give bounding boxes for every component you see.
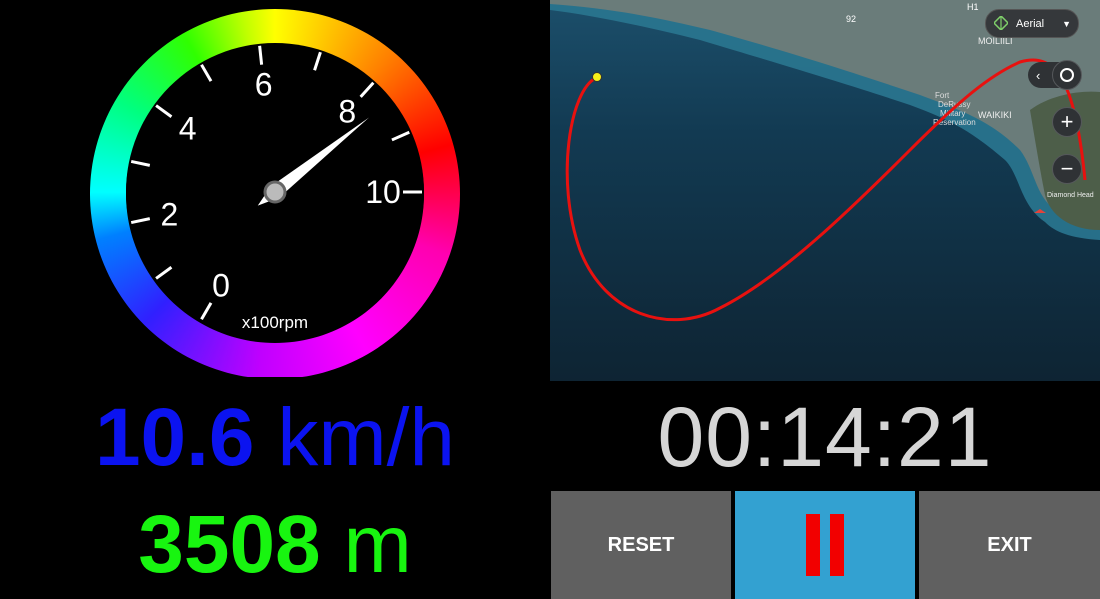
needle-hub bbox=[263, 180, 287, 204]
minus-icon: − bbox=[1060, 156, 1074, 181]
pause-icon bbox=[806, 514, 844, 576]
distance-unit: m bbox=[343, 499, 412, 590]
map-label-diamond-head: Diamond Head bbox=[1047, 192, 1094, 199]
gauge-tick bbox=[258, 45, 264, 65]
gauge-tick-label: 0 bbox=[212, 268, 230, 304]
reset-button[interactable]: RESET bbox=[551, 491, 731, 599]
route-map[interactable]: 92 H1 MOILIILI Fort DeRussy Military Res… bbox=[550, 0, 1100, 381]
pause-button[interactable] bbox=[735, 491, 915, 599]
speed-unit: km/h bbox=[277, 392, 456, 483]
gauge-tick-label: 6 bbox=[255, 67, 273, 103]
map-label-waikiki: WAIKIKI bbox=[978, 110, 1012, 120]
zoom-out-button[interactable]: − bbox=[1052, 154, 1082, 184]
gauge-tick-label: 2 bbox=[160, 196, 178, 232]
locate-icon bbox=[1060, 68, 1074, 82]
reset-button-label: RESET bbox=[607, 533, 675, 556]
map-type-selector[interactable]: Aerial ▼ bbox=[985, 9, 1079, 38]
chevron-down-icon: ▼ bbox=[1062, 18, 1071, 29]
map-canvas: 92 H1 MOILIILI Fort DeRussy Military Res… bbox=[550, 0, 1100, 381]
gauge-tick-label: 8 bbox=[338, 94, 356, 130]
dashboard-panel: 0 2 4 6 8 10 x100rpm 10.6 km/h 3508 m bbox=[0, 0, 550, 599]
distance-readout: 3508 m bbox=[0, 497, 550, 593]
gauge-tick-label: 10 bbox=[365, 174, 401, 210]
map-label-h1: H1 bbox=[967, 2, 979, 12]
distance-value: 3508 bbox=[138, 499, 321, 590]
elapsed-timer: 00:14:21 bbox=[550, 381, 1100, 489]
map-label-fort: Fort bbox=[935, 91, 950, 100]
locate-button[interactable] bbox=[1052, 60, 1082, 90]
zoom-in-button[interactable]: + bbox=[1052, 107, 1082, 137]
start-marker bbox=[592, 72, 602, 82]
map-type-label: Aerial bbox=[1016, 17, 1045, 30]
gauge-unit-label: x100rpm bbox=[242, 313, 308, 332]
exit-button-label: EXIT bbox=[987, 533, 1032, 556]
speed-value: 10.6 bbox=[94, 392, 255, 483]
rpm-gauge: 02 4 6 8 10 x100rpm bbox=[89, 9, 460, 377]
plus-icon: + bbox=[1060, 109, 1074, 134]
layers-icon bbox=[992, 14, 1010, 32]
chevron-left-icon: ‹ bbox=[1036, 67, 1041, 83]
exit-button[interactable]: EXIT bbox=[919, 491, 1100, 599]
gauge-tick-label: 4 bbox=[179, 111, 197, 147]
speed-readout: 10.6 km/h bbox=[0, 390, 550, 486]
map-label-92: 92 bbox=[846, 14, 856, 24]
